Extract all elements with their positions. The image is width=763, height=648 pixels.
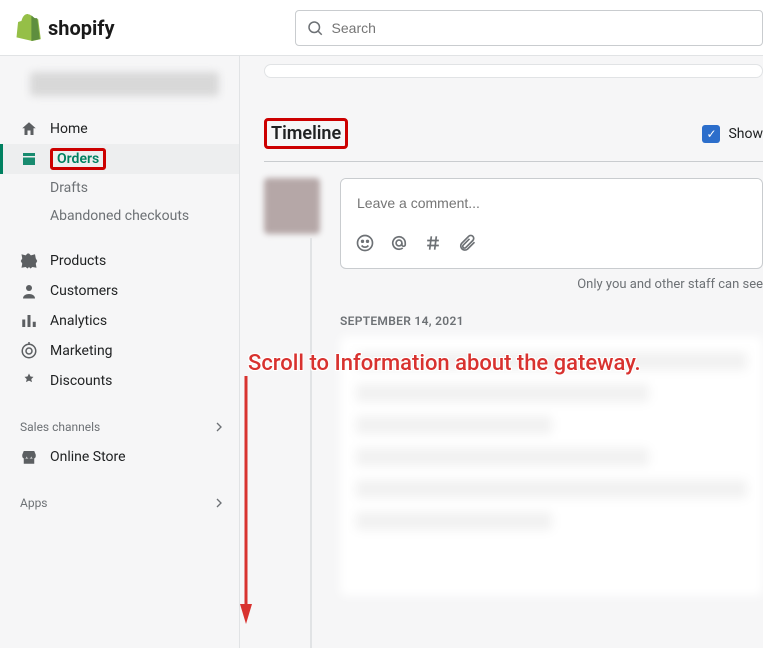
chevron-right-icon xyxy=(211,419,227,435)
sidebar-item-analytics[interactable]: Analytics xyxy=(0,306,239,336)
card-top-sliver xyxy=(264,64,763,78)
store-icon xyxy=(20,448,38,466)
timeline-highlight: Timeline xyxy=(264,118,348,149)
sidebar-item-orders[interactable]: Orders xyxy=(0,144,239,174)
customers-icon xyxy=(20,282,38,300)
show-comments-toggle[interactable]: ✓ Show xyxy=(702,125,763,143)
comment-input[interactable] xyxy=(341,179,762,227)
sidebar-section-sales-channels[interactable]: Sales channels xyxy=(0,412,239,442)
avatar xyxy=(264,178,320,234)
timeline-title: Timeline xyxy=(271,123,341,144)
analytics-icon xyxy=(20,312,38,330)
timeline-line xyxy=(310,238,312,648)
sidebar-sub-drafts[interactable]: Drafts xyxy=(0,174,239,202)
sidebar-item-products[interactable]: Products xyxy=(0,246,239,276)
sidebar-item-discounts[interactable]: Discounts xyxy=(0,366,239,396)
sidebar-item-online-store[interactable]: Online Store xyxy=(0,442,239,472)
sidebar-item-marketing[interactable]: Marketing xyxy=(0,336,239,366)
store-name-placeholder xyxy=(30,72,219,96)
sidebar-item-label: Home xyxy=(50,121,88,137)
sidebar-item-label: Discounts xyxy=(50,373,112,389)
chevron-right-icon xyxy=(211,495,227,511)
timeline-date: SEPTEMBER 14, 2021 xyxy=(340,314,763,328)
orders-highlight: Orders xyxy=(50,148,106,170)
sidebar-sub-abandoned[interactable]: Abandoned checkouts xyxy=(0,202,239,230)
sidebar-item-label: Products xyxy=(50,253,106,269)
products-icon xyxy=(20,252,38,270)
sidebar-item-label: Online Store xyxy=(50,449,126,465)
attach-icon[interactable] xyxy=(457,233,477,258)
sidebar-item-customers[interactable]: Customers xyxy=(0,276,239,306)
home-icon xyxy=(20,120,38,138)
mention-icon[interactable] xyxy=(389,233,409,258)
shopify-logo: shopify xyxy=(16,14,115,42)
sidebar: Home Orders Drafts Abandoned checkouts P… xyxy=(0,56,240,648)
sidebar-item-home[interactable]: Home xyxy=(0,114,239,144)
comment-box[interactable] xyxy=(340,178,763,269)
sidebar-section-apps[interactable]: Apps xyxy=(0,488,239,518)
search-box[interactable] xyxy=(295,10,763,46)
main-content: Timeline ✓ Show xyxy=(240,56,763,648)
sidebar-item-label: Orders xyxy=(57,151,99,167)
search-input[interactable] xyxy=(332,20,752,36)
shopify-bag-icon xyxy=(16,14,42,42)
brand-label: shopify xyxy=(48,16,115,40)
marketing-icon xyxy=(20,342,38,360)
search-icon xyxy=(306,19,324,37)
divider xyxy=(264,161,763,162)
show-label: Show xyxy=(728,126,763,142)
hashtag-icon[interactable] xyxy=(423,233,443,258)
timeline-entry-blurred xyxy=(340,336,763,596)
sidebar-item-label: Marketing xyxy=(50,343,113,359)
discounts-icon xyxy=(20,372,38,390)
sidebar-item-label: Analytics xyxy=(50,313,107,329)
emoji-icon[interactable] xyxy=(355,233,375,258)
checkbox-checked-icon[interactable]: ✓ xyxy=(702,125,720,143)
sidebar-item-label: Customers xyxy=(50,283,118,299)
orders-icon xyxy=(20,150,38,168)
staff-note: Only you and other staff can see xyxy=(340,277,763,292)
